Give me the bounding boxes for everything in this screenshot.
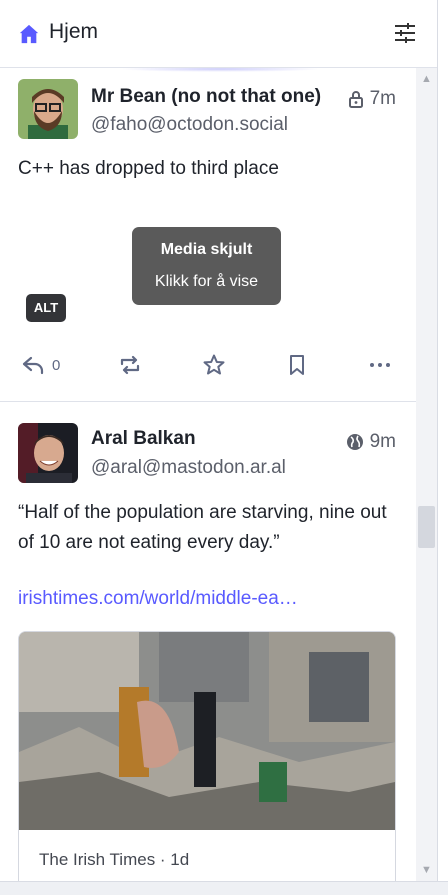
globe-icon	[346, 434, 363, 450]
status-link[interactable]: irishtimes.com/world/middle-ea…	[18, 588, 298, 610]
reply-count: 0	[52, 356, 61, 374]
star-icon	[203, 354, 225, 375]
bottom-edge	[0, 881, 448, 895]
column-header: Hjem	[0, 0, 437, 68]
media-hidden-subtitle: Klikk for å vise	[154, 273, 259, 290]
boost-icon	[120, 355, 140, 375]
bookmark-button[interactable]	[287, 351, 307, 379]
bookmark-icon	[290, 355, 304, 375]
status-divider	[0, 401, 416, 402]
relative-time[interactable]: 9m	[370, 431, 396, 453]
reply-button[interactable]: 0	[22, 351, 60, 379]
alt-text-badge[interactable]: ALT	[26, 294, 66, 322]
status-content: C++ has dropped to third place	[18, 158, 279, 179]
lock-icon	[348, 91, 363, 108]
scroll-up-icon[interactable]: ▲	[416, 70, 437, 88]
avatar[interactable]	[18, 79, 78, 139]
scroll-down-icon[interactable]: ▼	[416, 861, 437, 879]
status-action-bar: 0	[0, 345, 416, 385]
home-icon	[19, 24, 39, 44]
media-hidden-title: Media skjult	[160, 241, 253, 258]
more-horizontal-icon	[370, 363, 390, 367]
more-button[interactable]	[368, 351, 392, 379]
scrollbar-thumb[interactable]	[418, 506, 435, 548]
display-name[interactable]: Mr Bean (no not that one)	[91, 86, 321, 108]
display-name[interactable]: Aral Balkan	[91, 428, 196, 450]
status-content: “Half of the population are starving, ni…	[18, 502, 387, 553]
boost-button[interactable]	[118, 351, 142, 379]
reply-icon	[22, 356, 44, 375]
scrollbar[interactable]: ▲ ▼	[416, 68, 437, 881]
account-handle[interactable]: @aral@mastodon.ar.al	[91, 457, 286, 479]
card-source: The Irish Times · 1d	[39, 850, 190, 869]
status-meta: 7m	[348, 88, 396, 110]
filter-sliders-icon[interactable]	[393, 21, 417, 45]
status-meta: 9m	[346, 431, 396, 453]
preview-image	[19, 632, 395, 830]
page-title[interactable]: Hjem	[49, 20, 98, 44]
favourite-button[interactable]	[202, 351, 226, 379]
media-hidden-overlay[interactable]: Media skjult Klikk for å vise	[132, 227, 281, 305]
avatar[interactable]	[18, 423, 78, 483]
relative-time[interactable]: 7m	[370, 88, 396, 110]
link-preview-card[interactable]: The Irish Times · 1d	[18, 631, 396, 893]
account-handle[interactable]: @faho@octodon.social	[91, 114, 288, 136]
